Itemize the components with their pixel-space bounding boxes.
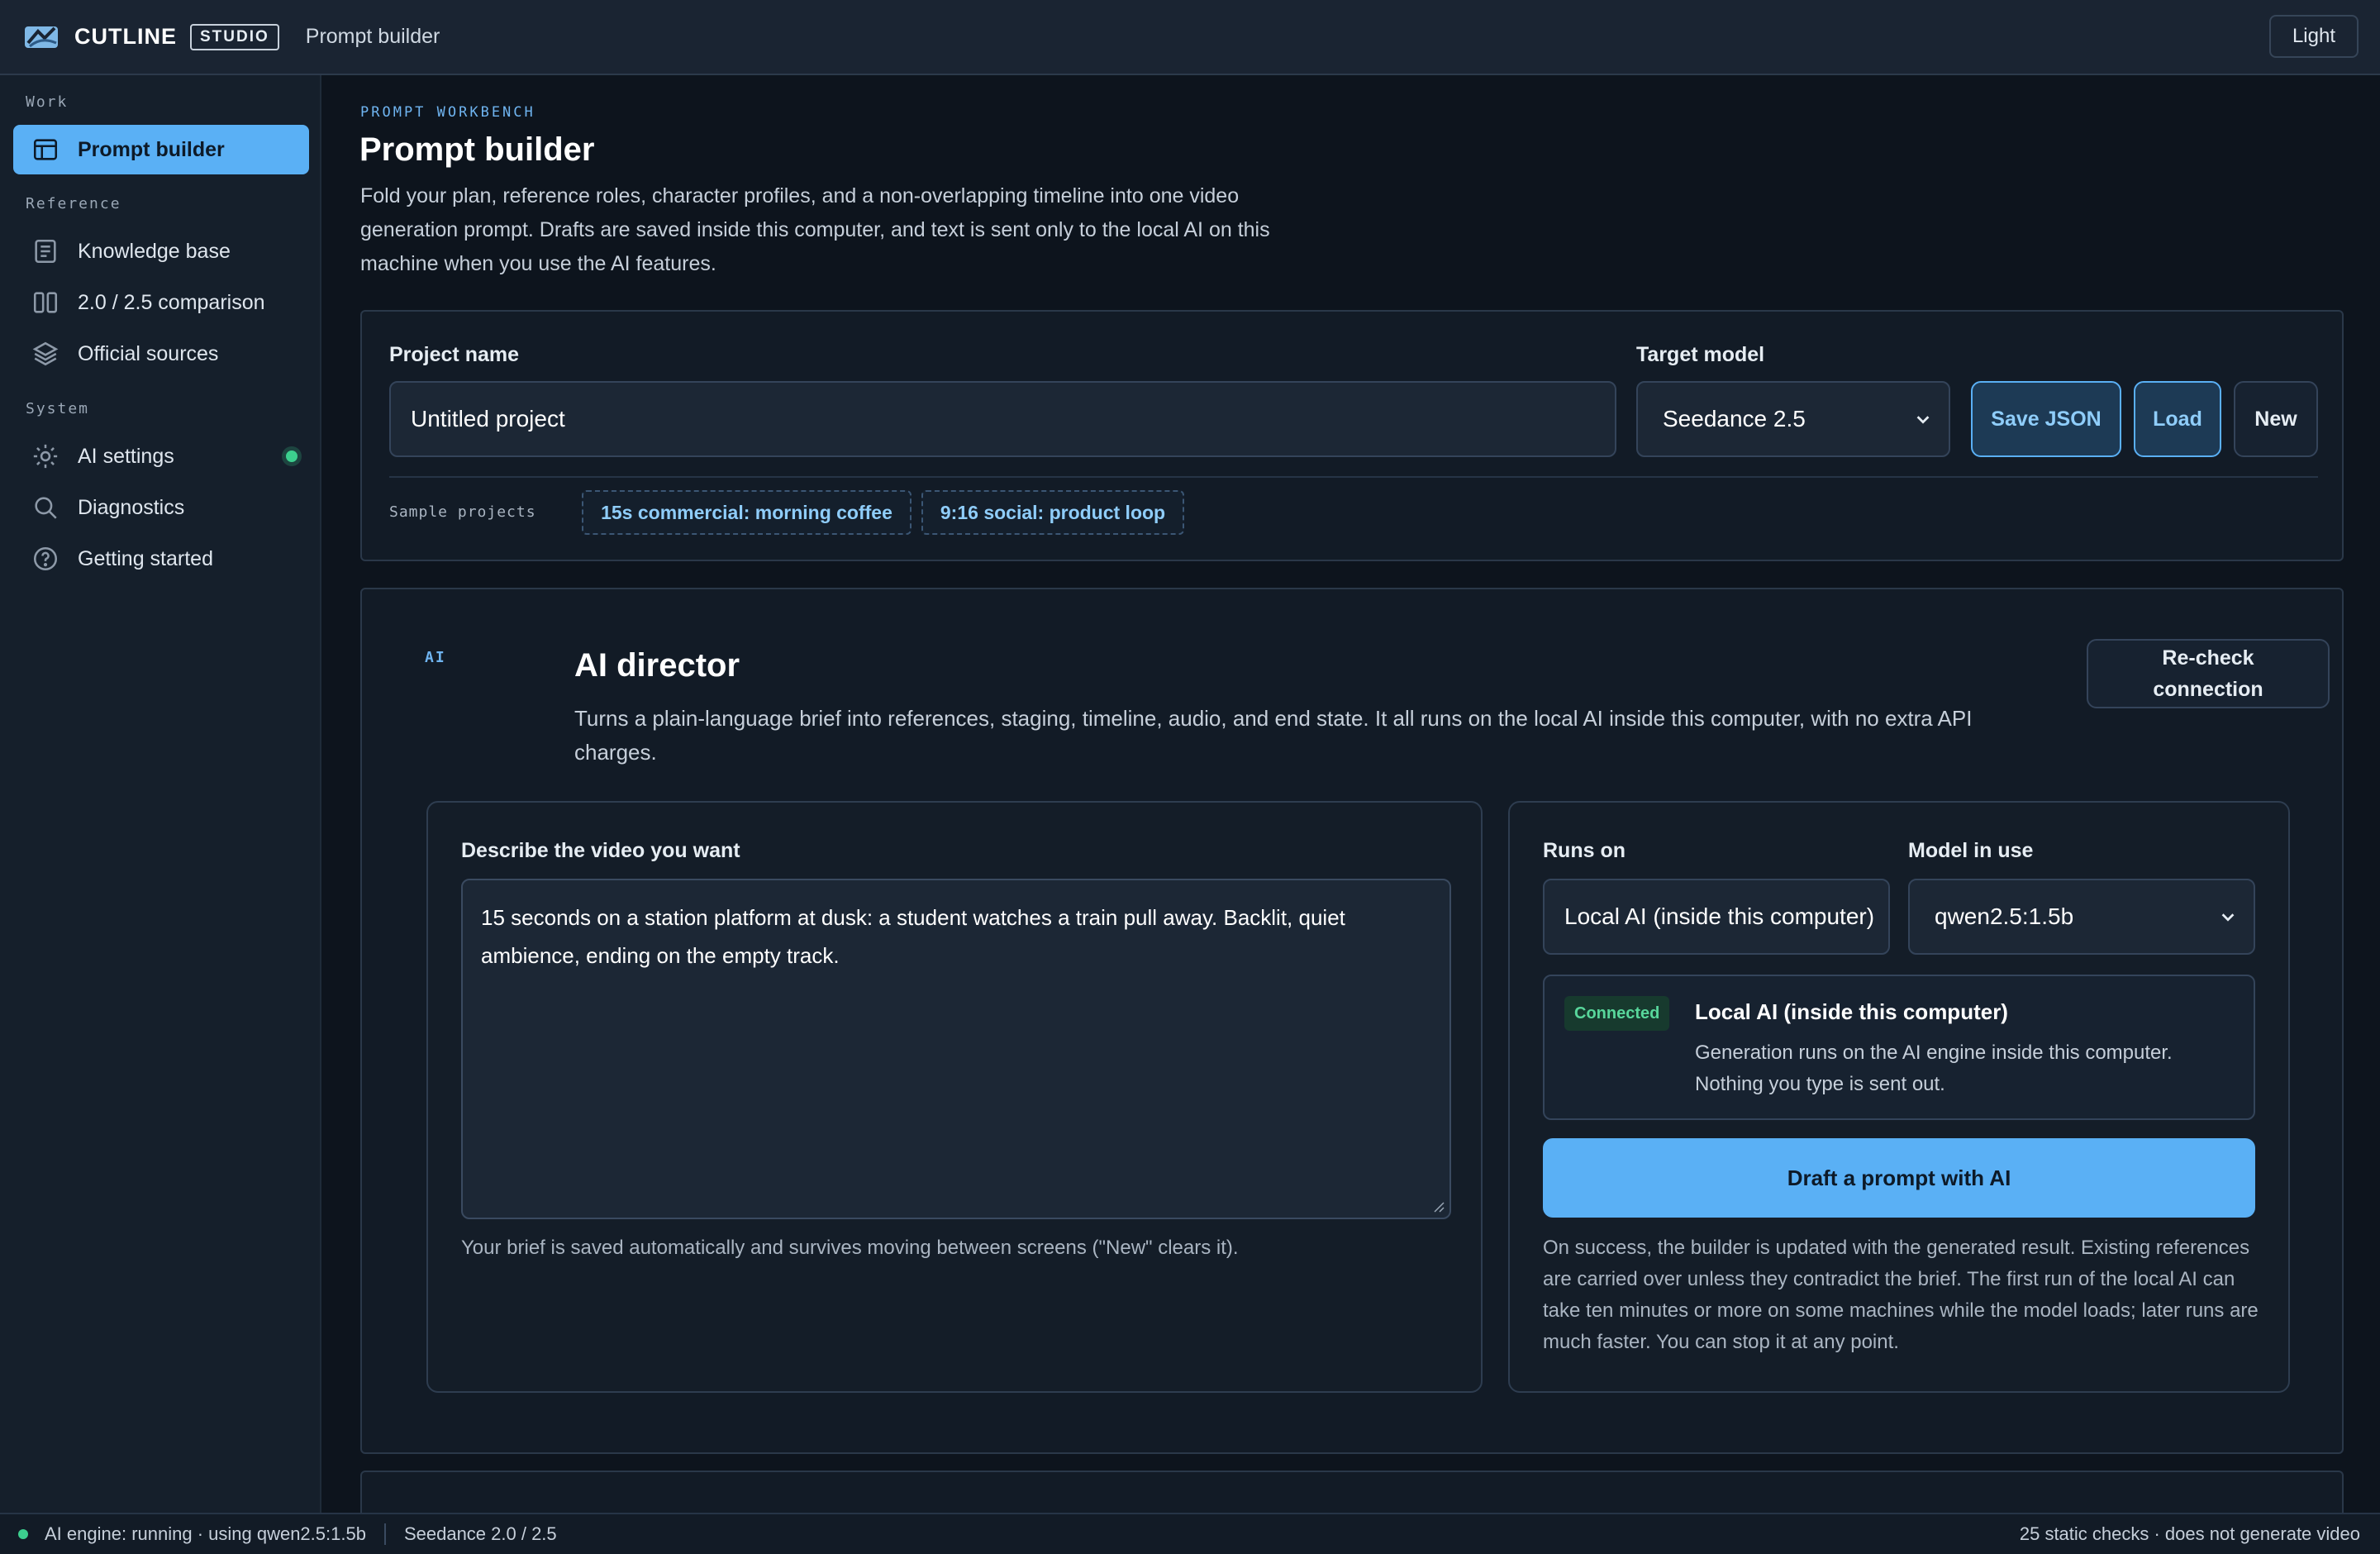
brand-name: CUTLINE xyxy=(74,24,177,49)
target-model-select[interactable]: Seedance 2.5 xyxy=(1636,381,1950,457)
recheck-connection-button[interactable]: Re-check connection xyxy=(2087,639,2330,708)
gear-icon xyxy=(33,444,58,469)
sample-chip-morning-coffee[interactable]: 15s commercial: morning coffee xyxy=(582,490,912,535)
new-project-button[interactable]: New xyxy=(2234,381,2318,457)
layers-icon xyxy=(32,341,59,366)
ai-status-indicator xyxy=(286,450,298,462)
load-button[interactable]: Load xyxy=(2134,381,2221,457)
model-in-use-select[interactable]: qwen2.5:1.5b xyxy=(1908,879,2255,955)
model-in-use-label: Model in use xyxy=(1908,839,2034,862)
ai-director-panel: AI AI director Turns a plain-language br… xyxy=(360,588,2344,1454)
sidebar-item-label: Getting started xyxy=(78,546,213,570)
sample-projects-label: Sample projects xyxy=(389,503,536,521)
status-badge: Connected xyxy=(1564,996,1670,1031)
ai-director-description: Turns a plain-language brief into refere… xyxy=(574,706,1973,765)
sidebar-item-knowledge-base[interactable]: Knowledge base xyxy=(13,226,309,276)
engine-status-dot xyxy=(18,1529,28,1539)
engine-status-text: AI engine: running · using qwen2.5:1.5b xyxy=(45,1523,366,1544)
page-description: Fold your plan, reference roles, charact… xyxy=(360,184,1270,275)
connection-status-card: Connected Local AI (inside this computer… xyxy=(1543,975,2255,1120)
studio-badge: STUDIO xyxy=(190,23,279,50)
chevron-down-icon xyxy=(1916,416,1930,424)
page-title: Prompt builder xyxy=(359,131,595,168)
status-text: Generation runs on the AI engine inside … xyxy=(1695,1042,2173,1095)
sidebar: Work Prompt builder Reference Knowledge … xyxy=(0,75,321,1513)
project-panel: Project name Untitled project Target mod… xyxy=(360,310,2344,561)
sidebar-item-label: Prompt builder xyxy=(78,137,225,161)
breadcrumb-page: Prompt builder xyxy=(305,25,440,48)
sidebar-item-prompt-builder[interactable]: Prompt builder xyxy=(13,125,309,174)
top-bar: CUTLINE STUDIO Prompt builder Light xyxy=(0,0,2380,75)
project-name-value: Untitled project xyxy=(411,406,565,431)
target-model-label: Target model xyxy=(1636,343,1765,366)
sidebar-item-comparison[interactable]: 2.0 / 2.5 comparison xyxy=(13,278,309,327)
runs-on-value: Local AI (inside this computer) xyxy=(1564,903,1875,929)
sidebar-item-label: 2.0 / 2.5 comparison xyxy=(78,290,265,314)
sidebar-item-label: Official sources xyxy=(78,341,219,365)
panel-divider xyxy=(389,476,2318,478)
sidebar-item-label: Diagnostics xyxy=(78,495,185,519)
brief-textarea[interactable]: 15 seconds on a station platform at dusk… xyxy=(461,879,1451,1219)
brief-text: 15 seconds on a station platform at dusk… xyxy=(481,905,1345,968)
sidebar-item-diagnostics[interactable]: Diagnostics xyxy=(13,483,309,532)
main-content: PROMPT WORKBENCH Prompt builder Fold you… xyxy=(321,75,2380,1537)
status-separator xyxy=(383,1523,386,1545)
sidebar-section-system: System xyxy=(26,400,90,417)
theme-toggle-button[interactable]: Light xyxy=(2268,15,2359,58)
sidebar-item-ai-settings[interactable]: AI settings xyxy=(13,431,309,481)
resize-handle-icon[interactable] xyxy=(1431,1199,1445,1213)
sidebar-section-reference: Reference xyxy=(26,195,121,212)
draft-hint: On success, the builder is updated with … xyxy=(1543,1237,2259,1353)
sidebar-item-official-sources[interactable]: Official sources xyxy=(13,329,309,379)
sidebar-section-work: Work xyxy=(26,93,69,111)
columns-icon xyxy=(33,292,58,313)
brief-label: Describe the video you want xyxy=(461,839,740,862)
search-icon xyxy=(35,497,57,519)
project-name-input[interactable]: Untitled project xyxy=(389,381,1616,457)
static-checks-text: 25 static checks · does not generate vid… xyxy=(2019,1523,2360,1544)
engine-card: Runs on Local AI (inside this computer) … xyxy=(1508,801,2290,1393)
brief-hint: Your brief is saved automatically and su… xyxy=(461,1237,1239,1259)
brief-card: Describe the video you want 15 seconds o… xyxy=(426,801,1483,1393)
page-eyebrow: PROMPT WORKBENCH xyxy=(360,104,536,121)
sidebar-item-label: Knowledge base xyxy=(78,239,231,263)
chevron-down-icon xyxy=(2221,913,2235,922)
document-icon xyxy=(35,239,56,264)
sidebar-item-getting-started[interactable]: Getting started xyxy=(13,534,309,584)
cutline-logo-icon xyxy=(25,26,58,48)
project-name-label: Project name xyxy=(389,343,520,366)
status-bar: AI engine: running · using qwen2.5:1.5b … xyxy=(0,1513,2380,1554)
help-icon xyxy=(33,546,58,571)
model-versions-text: Seedance 2.0 / 2.5 xyxy=(403,1523,557,1544)
layout-icon xyxy=(33,139,58,160)
model-in-use-value: qwen2.5:1.5b xyxy=(1935,903,2074,929)
ai-tag: AI xyxy=(425,649,446,666)
target-model-value: Seedance 2.5 xyxy=(1663,406,1806,431)
sample-chip-product-loop[interactable]: 9:16 social: product loop xyxy=(921,490,1184,535)
ai-director-title: AI director xyxy=(574,647,740,684)
runs-on-field[interactable]: Local AI (inside this computer) xyxy=(1543,879,1890,955)
draft-prompt-button[interactable]: Draft a prompt with AI xyxy=(1543,1138,2255,1218)
runs-on-label: Runs on xyxy=(1543,839,1626,862)
sidebar-item-label: AI settings xyxy=(78,444,174,468)
status-title: Local AI (inside this computer) xyxy=(1695,999,2008,1024)
save-json-button[interactable]: Save JSON xyxy=(1971,381,2121,457)
